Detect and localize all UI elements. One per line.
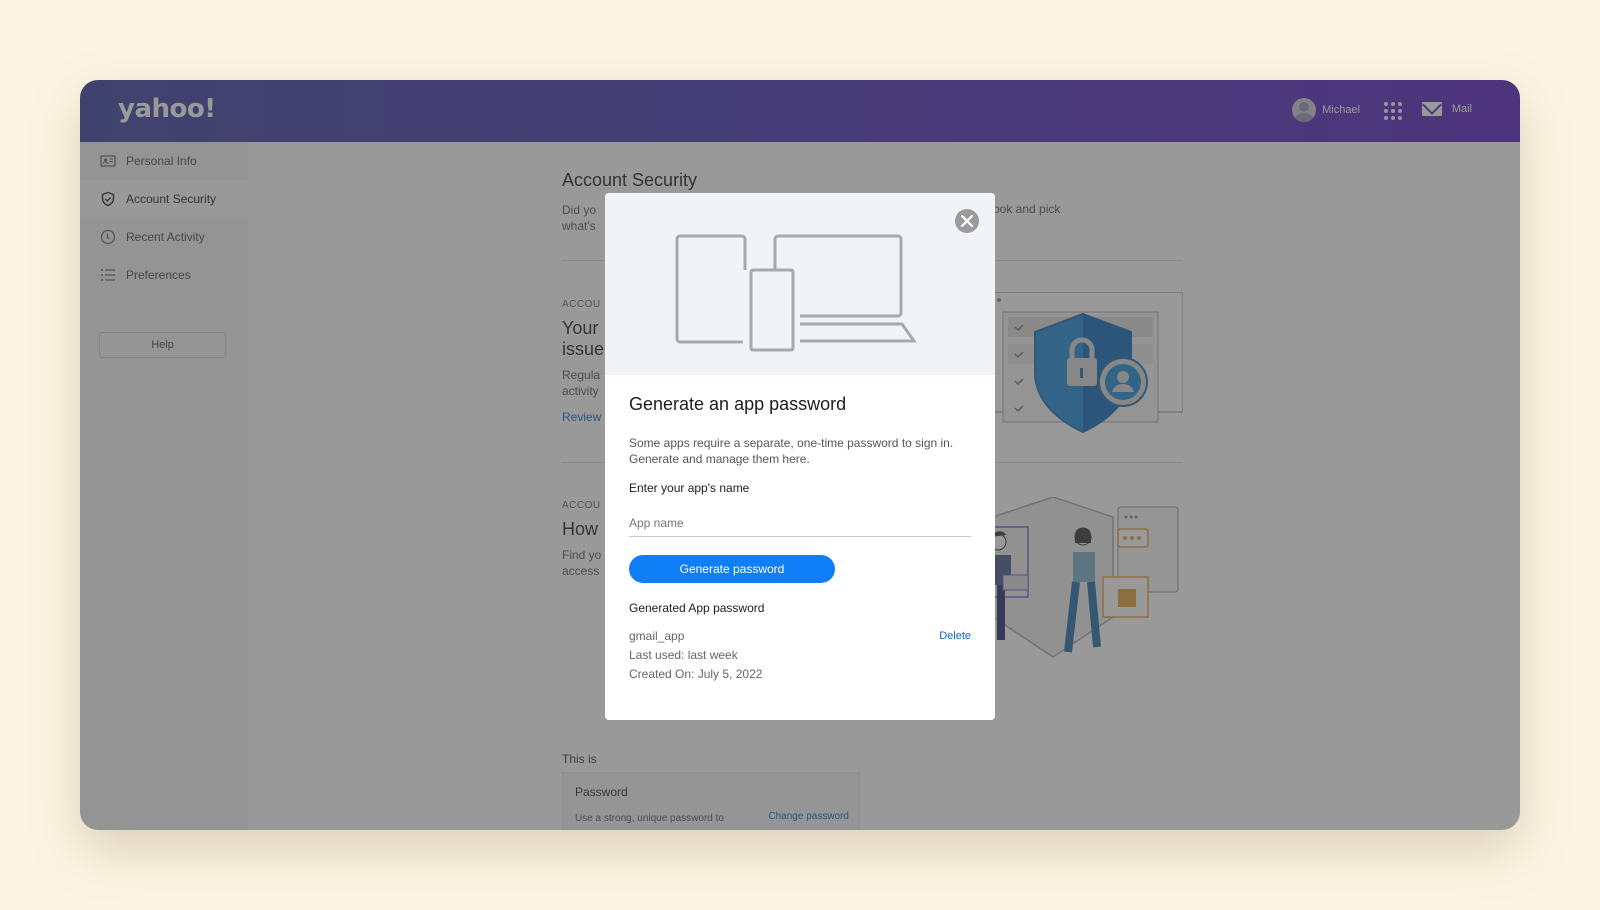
close-icon: [961, 215, 973, 227]
dialog-description: Some apps require a separate, one-time p…: [629, 436, 954, 466]
app-password-name: gmail_app: [629, 629, 685, 643]
generate-password-button[interactable]: Generate password: [629, 555, 835, 583]
close-button[interactable]: [955, 209, 979, 233]
dialog-title: Generate an app password: [629, 394, 847, 414]
app-password-last-used: Last used: last week: [629, 648, 738, 662]
app-name-input[interactable]: [629, 509, 971, 537]
app-name-label: Enter your app's name: [629, 481, 750, 495]
delete-app-password-link[interactable]: Delete: [939, 630, 971, 642]
devices-illustration-icon: [675, 234, 917, 352]
browser-window: yahoo! Michael Mail Personal Info Accoun…: [80, 80, 1520, 830]
app-password-dialog: Generate an app password Some apps requi…: [605, 193, 995, 720]
app-password-created: Created On: July 5, 2022: [629, 667, 763, 681]
generated-passwords-heading: Generated App password: [629, 601, 765, 615]
dialog-hero: [605, 193, 995, 375]
